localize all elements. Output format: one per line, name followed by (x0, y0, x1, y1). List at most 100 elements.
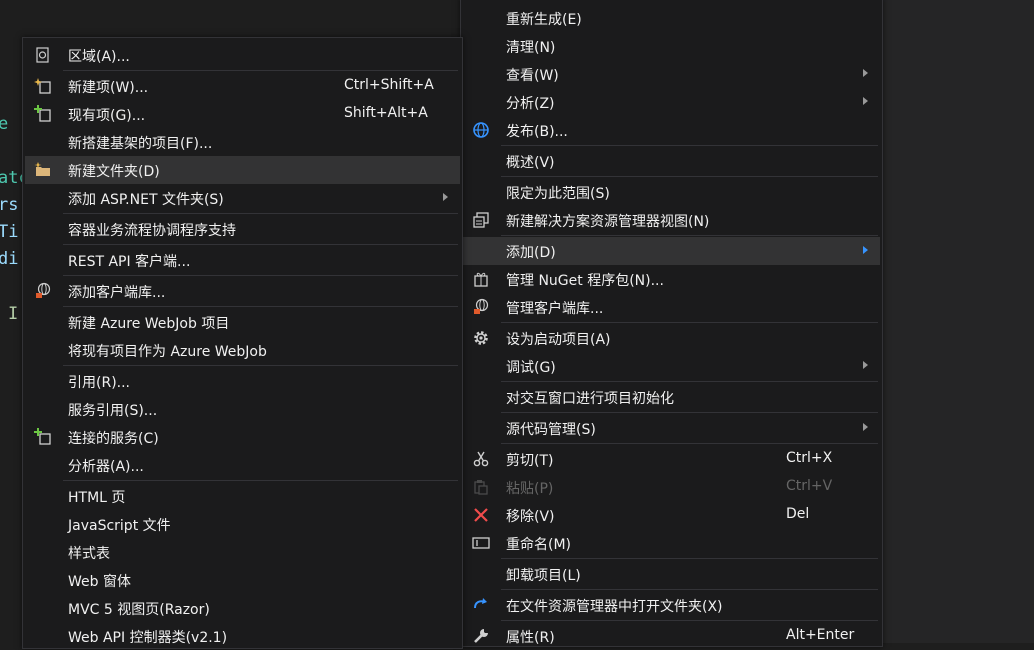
menu-item-label: 剪切(T) (506, 453, 554, 469)
menu-item-init-interactive[interactable]: 对交互窗口进行项目初始化 (463, 383, 880, 411)
menu-item-container-orchestrator[interactable]: 容器业务流程协调程序支持 (25, 215, 460, 243)
menu-item-label: 源代码管理(S) (506, 422, 596, 438)
menu-item-add[interactable]: 添加(D) (463, 237, 880, 265)
menu-item-overview[interactable]: 概述(V) (463, 147, 880, 175)
menu-item-label: 连接的服务(C) (68, 431, 159, 447)
menu-item-existing-as-webjob[interactable]: 将现有项目作为 Azure WebJob (25, 336, 460, 364)
menu-separator (501, 176, 878, 177)
menu-item-clean[interactable]: 清理(N) (463, 32, 880, 60)
menu-item-view[interactable]: 查看(W) (463, 60, 880, 88)
menu-item-label: 服务引用(S)... (68, 403, 158, 419)
menu-item-rebuild[interactable]: 重新生成(E) (463, 4, 880, 32)
menu-item-label: 样式表 (68, 546, 110, 562)
menu-separator (63, 306, 458, 307)
menu-item-label: Web 窗体 (68, 574, 131, 590)
menu-item-shortcut: Ctrl+Shift+A (344, 77, 434, 93)
menu-item-stylesheet[interactable]: 样式表 (25, 538, 460, 566)
menu-item-set-startup[interactable]: 设为启动项目(A) (463, 324, 880, 352)
menu-item-unload-project[interactable]: 卸载项目(L) (463, 560, 880, 588)
nuget-package-icon (472, 270, 490, 288)
menu-item-open-in-explorer[interactable]: 在文件资源管理器中打开文件夹(X) (463, 591, 880, 619)
menu-item-new-item[interactable]: 新建项(W)... Ctrl+Shift+A (25, 72, 460, 100)
project-context-menu: 重新生成(E) 清理(N) 查看(W) 分析(Z) 发布(B)... 概述(V)… (460, 0, 883, 647)
menu-item-source-control[interactable]: 源代码管理(S) (463, 414, 880, 442)
menu-item-publish[interactable]: 发布(B)... (463, 116, 880, 144)
menu-item-label: 现有项(G)... (68, 108, 146, 124)
menu-separator (63, 213, 458, 214)
region-icon (34, 46, 52, 64)
new-item-icon (34, 77, 52, 95)
menu-item-html-page[interactable]: HTML 页 (25, 482, 460, 510)
menu-item-connected-service[interactable]: 连接的服务(C) (25, 423, 460, 451)
menu-item-label: 新建解决方案资源管理器视图(N) (506, 214, 710, 230)
menu-item-new-folder[interactable]: 新建文件夹(D) (25, 156, 460, 184)
menu-item-web-api-controller[interactable]: Web API 控制器类(v2.1) (25, 622, 460, 650)
menu-separator (501, 443, 878, 444)
new-view-icon (472, 211, 490, 229)
submenu-arrow-icon (863, 423, 868, 431)
menu-item-label: 在文件资源管理器中打开文件夹(X) (506, 599, 723, 615)
menu-separator (63, 365, 458, 366)
menu-item-javascript-file[interactable]: JavaScript 文件 (25, 510, 460, 538)
menu-item-new-scaffolded-item[interactable]: 新搭建基架的项目(F)... (25, 128, 460, 156)
menu-item-label: 区域(A)... (68, 49, 130, 65)
menu-item-rest-api-client[interactable]: REST API 客户端... (25, 246, 460, 274)
menu-item-label: 对交互窗口进行项目初始化 (506, 391, 674, 407)
editor-code-fragment: Ti (0, 222, 19, 242)
menu-item-add-aspnet-folder[interactable]: 添加 ASP.NET 文件夹(S) (25, 184, 460, 212)
menu-item-region[interactable]: 区域(A)... (25, 41, 460, 69)
submenu-arrow-icon (443, 193, 448, 201)
wrench-icon (472, 627, 490, 645)
menu-separator (501, 412, 878, 413)
menu-item-label: 调试(G) (506, 360, 556, 376)
menu-item-label: 移除(V) (506, 509, 555, 525)
menu-item-label: MVC 5 视图页(Razor) (68, 602, 210, 618)
menu-item-service-reference[interactable]: 服务引用(S)... (25, 395, 460, 423)
menu-separator (501, 322, 878, 323)
menu-item-label: 引用(R)... (68, 375, 131, 391)
submenu-arrow-icon (863, 246, 868, 254)
menu-item-debug[interactable]: 调试(G) (463, 352, 880, 380)
menu-item-analyze[interactable]: 分析(Z) (463, 88, 880, 116)
menu-item-mvc5-view-page[interactable]: MVC 5 视图页(Razor) (25, 594, 460, 622)
menu-item-label: 管理 NuGet 程序包(N)... (506, 273, 664, 289)
menu-item-label: 容器业务流程协调程序支持 (68, 223, 236, 239)
menu-item-reference[interactable]: 引用(R)... (25, 367, 460, 395)
submenu-arrow-icon (863, 361, 868, 369)
remove-x-icon (472, 506, 490, 524)
menu-item-label: JavaScript 文件 (68, 518, 171, 534)
menu-item-rename[interactable]: 重命名(M) (463, 529, 880, 557)
menu-item-shortcut: Alt+Enter (786, 627, 855, 643)
menu-item-label: 清理(N) (506, 40, 556, 56)
menu-separator (501, 381, 878, 382)
menu-item-remove[interactable]: 移除(V) Del (463, 501, 880, 529)
editor-code-fragment: di (0, 249, 19, 269)
menu-separator (63, 275, 458, 276)
client-library-icon (34, 282, 52, 300)
menu-item-analyzer[interactable]: 分析器(A)... (25, 451, 460, 479)
menu-item-cut[interactable]: 剪切(T) Ctrl+X (463, 445, 880, 473)
menu-item-properties[interactable]: 属性(R) Alt+Enter (463, 622, 880, 650)
scissors-icon (472, 450, 490, 468)
menu-item-label: 添加客户端库... (68, 285, 166, 301)
menu-item-manage-client-libraries[interactable]: 管理客户端库... (463, 293, 880, 321)
publish-globe-icon (472, 121, 490, 139)
menu-item-new-azure-webjob[interactable]: 新建 Azure WebJob 项目 (25, 308, 460, 336)
editor-code-fragment: rs (0, 195, 19, 215)
menu-item-label: HTML 页 (68, 490, 126, 506)
menu-separator (501, 558, 878, 559)
menu-item-label: 属性(R) (506, 630, 555, 646)
submenu-arrow-icon (863, 97, 868, 105)
menu-item-scope-to-this[interactable]: 限定为此范围(S) (463, 178, 880, 206)
submenu-arrow-icon (863, 69, 868, 77)
menu-item-paste[interactable]: 粘贴(P) Ctrl+V (463, 473, 880, 501)
menu-item-label: 粘贴(P) (506, 481, 554, 497)
client-library-icon (472, 298, 490, 316)
menu-item-new-explorer-view[interactable]: 新建解决方案资源管理器视图(N) (463, 206, 880, 234)
menu-item-add-client-library[interactable]: 添加客户端库... (25, 277, 460, 305)
menu-item-manage-nuget[interactable]: 管理 NuGet 程序包(N)... (463, 265, 880, 293)
menu-item-web-form[interactable]: Web 窗体 (25, 566, 460, 594)
menu-item-label: 添加 ASP.NET 文件夹(S) (68, 192, 224, 208)
menu-item-existing-item[interactable]: 现有项(G)... Shift+Alt+A (25, 100, 460, 128)
open-folder-refresh-icon (472, 596, 490, 614)
